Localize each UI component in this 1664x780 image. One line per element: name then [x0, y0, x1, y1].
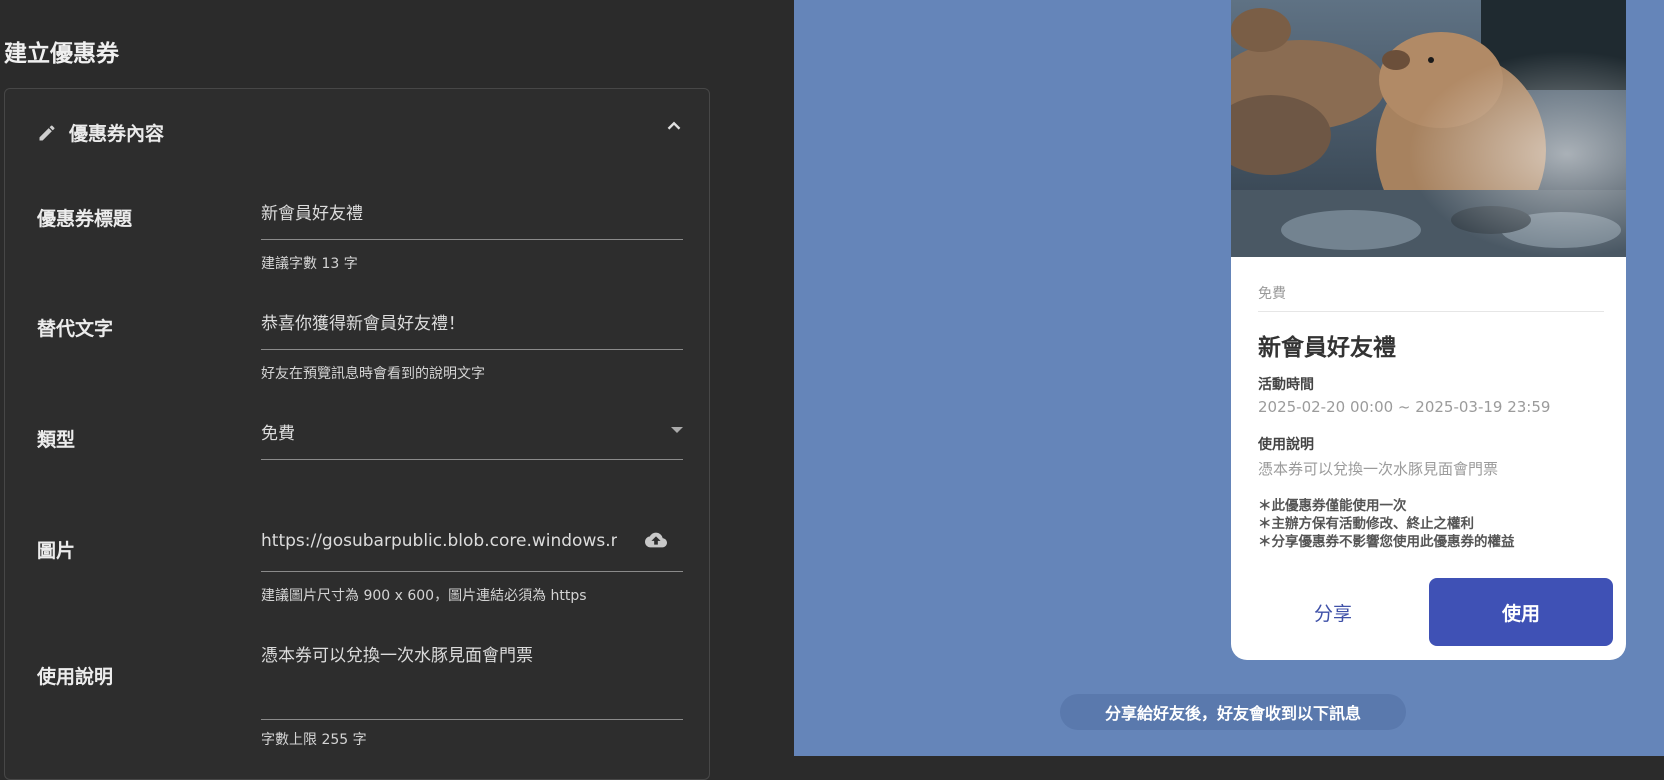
- period-label: 活動時間: [1258, 377, 1314, 393]
- section-header: 優惠券內容: [37, 119, 164, 146]
- section-title: 優惠券內容: [69, 123, 165, 145]
- coupon-preview-panel: 免費 新會員好友禮 活動時間 2025-02-20 00:00 ~ 2025-0…: [794, 0, 1664, 756]
- usage-hint: 字數上限 255 字: [261, 732, 367, 748]
- coupon-content-card: 優惠券內容 優惠券標題 新會員好友禮 建議字數 13 字 替代文字 恭喜你獲得新…: [4, 88, 710, 780]
- page-title: 建立優惠券: [4, 41, 119, 67]
- alt-text-value: 恭喜你獲得新會員好友禮！: [261, 314, 465, 334]
- use-button[interactable]: 使用: [1429, 578, 1613, 646]
- alt-text-hint: 好友在預覽訊息時會看到的說明文字: [261, 366, 485, 382]
- coupon-title-label: 優惠券標題: [37, 208, 133, 230]
- coupon-preview-card: 免費 新會員好友禮 活動時間 2025-02-20 00:00 ~ 2025-0…: [1231, 0, 1626, 660]
- coupon-title: 新會員好友禮: [1258, 335, 1396, 361]
- usage-value: 憑本券可以兌換一次水豚見面會門票: [1258, 460, 1499, 478]
- cloud-upload-icon[interactable]: [643, 529, 669, 551]
- note-2: ＊主辦方保有活動修改、終止之權利: [1258, 516, 1474, 532]
- coupon-title-input[interactable]: 新會員好友禮: [261, 199, 683, 240]
- type-select[interactable]: 免費: [261, 419, 683, 460]
- coupon-editor-panel: 建立優惠券 優惠券內容 優惠券標題 新會員好友禮 建議字數 13 字 替代文字 …: [0, 0, 794, 780]
- usage-value: 憑本券可以兌換一次水豚見面會門票: [261, 646, 533, 666]
- usage-textarea[interactable]: 憑本券可以兌換一次水豚見面會門票: [261, 641, 683, 720]
- coupon-type: 免費: [1258, 286, 1286, 302]
- coupon-image: [1231, 0, 1626, 257]
- alt-text-input[interactable]: 恭喜你獲得新會員好友禮！: [261, 309, 683, 350]
- chevron-up-icon[interactable]: [663, 115, 685, 137]
- usage-label: 使用說明: [37, 666, 114, 688]
- share-button[interactable]: 分享: [1251, 578, 1415, 646]
- type-label: 類型: [37, 429, 76, 451]
- usage-label: 使用說明: [1258, 437, 1314, 453]
- image-hint: 建議圖片尺寸為 900 x 600，圖片連結必須為 https: [261, 588, 587, 604]
- image-url-value: https://gosubarpublic.blob.core.windows.…: [261, 531, 617, 551]
- divider: [1258, 311, 1604, 312]
- pencil-icon: [39, 124, 55, 140]
- note-3: ＊分享優惠券不影響您使用此優惠券的權益: [1258, 534, 1515, 550]
- coupon-title-hint: 建議字數 13 字: [261, 256, 358, 272]
- alt-text-label: 替代文字: [37, 318, 114, 340]
- image-label: 圖片: [37, 540, 76, 562]
- period-value: 2025-02-20 00:00 ~ 2025-03-19 23:59: [1258, 398, 1551, 416]
- coupon-title-value: 新會員好友禮: [261, 204, 363, 224]
- type-value: 免費: [261, 424, 295, 444]
- caret-down-icon: [671, 427, 683, 433]
- share-hint-pill: 分享給好友後，好友會收到以下訊息: [1060, 694, 1406, 730]
- note-1: ＊此優惠券僅能使用一次: [1258, 498, 1407, 514]
- image-url-input[interactable]: https://gosubarpublic.blob.core.windows.…: [261, 531, 683, 572]
